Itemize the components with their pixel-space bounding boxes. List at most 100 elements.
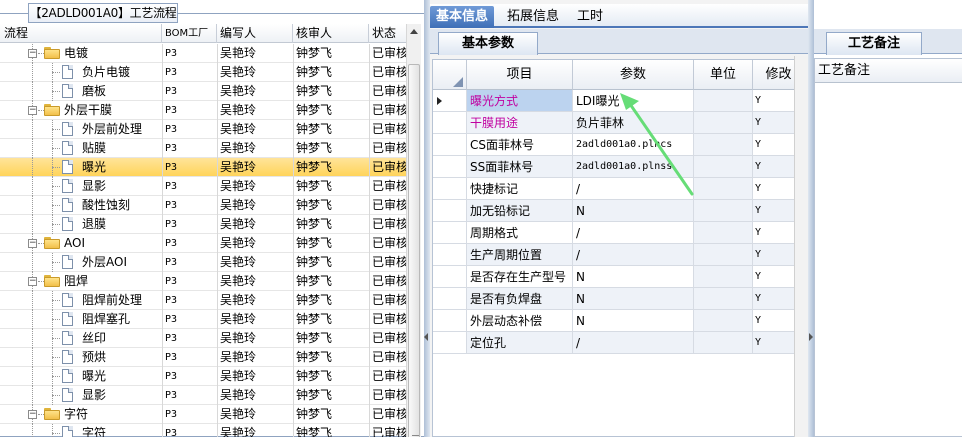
tab-process-notes[interactable]: 工艺备注	[826, 32, 922, 55]
grid-scrollbar[interactable]	[794, 56, 808, 437]
grid-row[interactable]: 加无铅标记 N Y	[433, 200, 805, 222]
tree-row[interactable]: 字符 P3 吴艳玲 钟梦飞 已审核	[0, 424, 406, 437]
collapse-right-icon[interactable]	[809, 333, 813, 341]
tree-row[interactable]: 退膜 P3 吴艳玲 钟梦飞 已审核	[0, 215, 406, 234]
grid-cell-item[interactable]: 周期格式	[467, 222, 573, 244]
grid-row[interactable]: 周期格式 / Y	[433, 222, 805, 244]
grid-row[interactable]: 快捷标记 / Y	[433, 178, 805, 200]
collapse-icon[interactable]: −	[28, 106, 37, 115]
tree-row[interactable]: 外层前处理 P3 吴艳玲 钟梦飞 已审核	[0, 120, 406, 139]
tree-row[interactable]: 外层AOI P3 吴艳玲 钟梦飞 已审核	[0, 253, 406, 272]
grid-row[interactable]: 是否存在生产型号 N Y	[433, 266, 805, 288]
grid-cell-param[interactable]: N	[573, 310, 694, 332]
grid-cell-item[interactable]: CS面菲林号	[467, 134, 573, 156]
tree-row[interactable]: 曝光 P3 吴艳玲 钟梦飞 已审核	[0, 158, 406, 177]
grid-cell-unit[interactable]	[694, 90, 753, 112]
grid-cell-unit[interactable]	[694, 200, 753, 222]
grid-cell-param[interactable]: /	[573, 332, 694, 354]
grid-row[interactable]: CS面菲林号 2adld001a0.plncs Y	[433, 134, 805, 156]
grid-cell-unit[interactable]	[694, 244, 753, 266]
grid-row[interactable]: 干膜用途 负片菲林 Y	[433, 112, 805, 134]
grid-cell-unit[interactable]	[694, 266, 753, 288]
grid-cell-item[interactable]: 干膜用途	[467, 112, 573, 134]
notes-grid[interactable]: 工艺备注	[814, 58, 962, 437]
tree-row[interactable]: − 电镀 P3 吴艳玲 钟梦飞 已审核	[0, 44, 406, 63]
column-header-flow[interactable]: 流程	[0, 24, 162, 43]
collapse-icon[interactable]: −	[28, 410, 37, 419]
tab-work-hours[interactable]: 工时	[571, 6, 609, 28]
grid-cell-item[interactable]: 生产周期位置	[467, 244, 573, 266]
tree-row[interactable]: 显影 P3 吴艳玲 钟梦飞 已审核	[0, 386, 406, 405]
grid-cell-param[interactable]: /	[573, 178, 694, 200]
row-indicator[interactable]	[433, 332, 467, 354]
row-indicator[interactable]	[433, 178, 467, 200]
grid-cell-unit[interactable]	[694, 156, 753, 178]
grid-cell-param[interactable]: /	[573, 244, 694, 266]
grid-cell-param[interactable]: N	[573, 200, 694, 222]
scrollbar-thumb[interactable]	[408, 64, 420, 437]
grid-cell-item[interactable]: 外层动态补偿	[467, 310, 573, 332]
row-indicator[interactable]	[433, 222, 467, 244]
grid-header-param[interactable]: 参数	[573, 60, 694, 90]
grid-header-unit[interactable]: 单位	[694, 60, 753, 90]
grid-row[interactable]: 外层动态补偿 N Y	[433, 310, 805, 332]
grid-cell-item[interactable]: 快捷标记	[467, 178, 573, 200]
row-indicator[interactable]	[433, 310, 467, 332]
tree-row[interactable]: 显影 P3 吴艳玲 钟梦飞 已审核	[0, 177, 406, 196]
grid-cell-item[interactable]: 是否有负焊盘	[467, 288, 573, 310]
row-indicator[interactable]	[433, 266, 467, 288]
grid-cell-unit[interactable]	[694, 134, 753, 156]
tree-row[interactable]: 酸性蚀刻 P3 吴艳玲 钟梦飞 已审核	[0, 196, 406, 215]
column-header-status[interactable]: 状态	[369, 24, 406, 43]
tab-basic-params[interactable]: 基本参数	[438, 32, 538, 55]
grid-cell-item[interactable]: 是否存在生产型号	[467, 266, 573, 288]
row-indicator[interactable]	[433, 90, 467, 112]
tree-row[interactable]: − 阻焊 P3 吴艳玲 钟梦飞 已审核	[0, 272, 406, 291]
grid-cell-param[interactable]: N	[573, 266, 694, 288]
tree-row[interactable]: 负片电镀 P3 吴艳玲 钟梦飞 已审核	[0, 63, 406, 82]
collapse-icon[interactable]: −	[28, 277, 37, 286]
grid-cell-unit[interactable]	[694, 222, 753, 244]
grid-cell-param[interactable]: LDI曝光	[573, 90, 694, 112]
row-indicator[interactable]	[433, 244, 467, 266]
collapse-icon[interactable]: −	[28, 239, 37, 248]
tree-row[interactable]: − AOI P3 吴艳玲 钟梦飞 已审核	[0, 234, 406, 253]
tree-row[interactable]: 磨板 P3 吴艳玲 钟梦飞 已审核	[0, 82, 406, 101]
tree-row[interactable]: 曝光 P3 吴艳玲 钟梦飞 已审核	[0, 367, 406, 386]
tree-scrollbar[interactable]	[406, 24, 421, 437]
tab-extended-info[interactable]: 拓展信息	[501, 6, 565, 28]
tree-row[interactable]: 丝印 P3 吴艳玲 钟梦飞 已审核	[0, 329, 406, 348]
scroll-up-icon[interactable]	[410, 29, 418, 34]
grid-cell-param[interactable]: /	[573, 222, 694, 244]
column-header-writer[interactable]: 编写人	[217, 24, 293, 43]
grid-cell-unit[interactable]	[694, 178, 753, 200]
grid-cell-unit[interactable]	[694, 310, 753, 332]
grid-cell-item[interactable]: 定位孔	[467, 332, 573, 354]
tree-row[interactable]: 预烘 P3 吴艳玲 钟梦飞 已审核	[0, 348, 406, 367]
tree-row[interactable]: 贴膜 P3 吴艳玲 钟梦飞 已审核	[0, 139, 406, 158]
grid-cell-unit[interactable]	[694, 112, 753, 134]
grid-row[interactable]: 是否有负焊盘 N Y	[433, 288, 805, 310]
row-indicator[interactable]	[433, 112, 467, 134]
collapse-icon[interactable]: −	[28, 49, 37, 58]
grid-row[interactable]: 生产周期位置 / Y	[433, 244, 805, 266]
grid-cell-item[interactable]: 加无铅标记	[467, 200, 573, 222]
collapse-left-icon[interactable]	[424, 333, 428, 341]
grid-row[interactable]: 曝光方式 LDI曝光 Y	[433, 90, 805, 112]
row-indicator[interactable]	[433, 134, 467, 156]
grid-cell-item[interactable]: SS面菲林号	[467, 156, 573, 178]
grid-row[interactable]: SS面菲林号 2adld001a0.plnss Y	[433, 156, 805, 178]
grid-cell-unit[interactable]	[694, 332, 753, 354]
grid-row[interactable]: 定位孔 / Y	[433, 332, 805, 354]
tree-row[interactable]: − 外层干膜 P3 吴艳玲 钟梦飞 已审核	[0, 101, 406, 120]
grid-cell-param[interactable]: N	[573, 288, 694, 310]
column-header-reviewer[interactable]: 核审人	[293, 24, 369, 43]
tree-row[interactable]: 阻焊塞孔 P3 吴艳玲 钟梦飞 已审核	[0, 310, 406, 329]
grid-cell-unit[interactable]	[694, 288, 753, 310]
grid-cell-param[interactable]: 负片菲林	[573, 112, 694, 134]
tree-row[interactable]: 阻焊前处理 P3 吴艳玲 钟梦飞 已审核	[0, 291, 406, 310]
grid-cell-item[interactable]: 曝光方式	[467, 90, 573, 112]
tab-basic-info[interactable]: 基本信息	[430, 6, 495, 28]
tree-row[interactable]: − 字符 P3 吴艳玲 钟梦飞 已审核	[0, 405, 406, 424]
row-indicator[interactable]	[433, 156, 467, 178]
